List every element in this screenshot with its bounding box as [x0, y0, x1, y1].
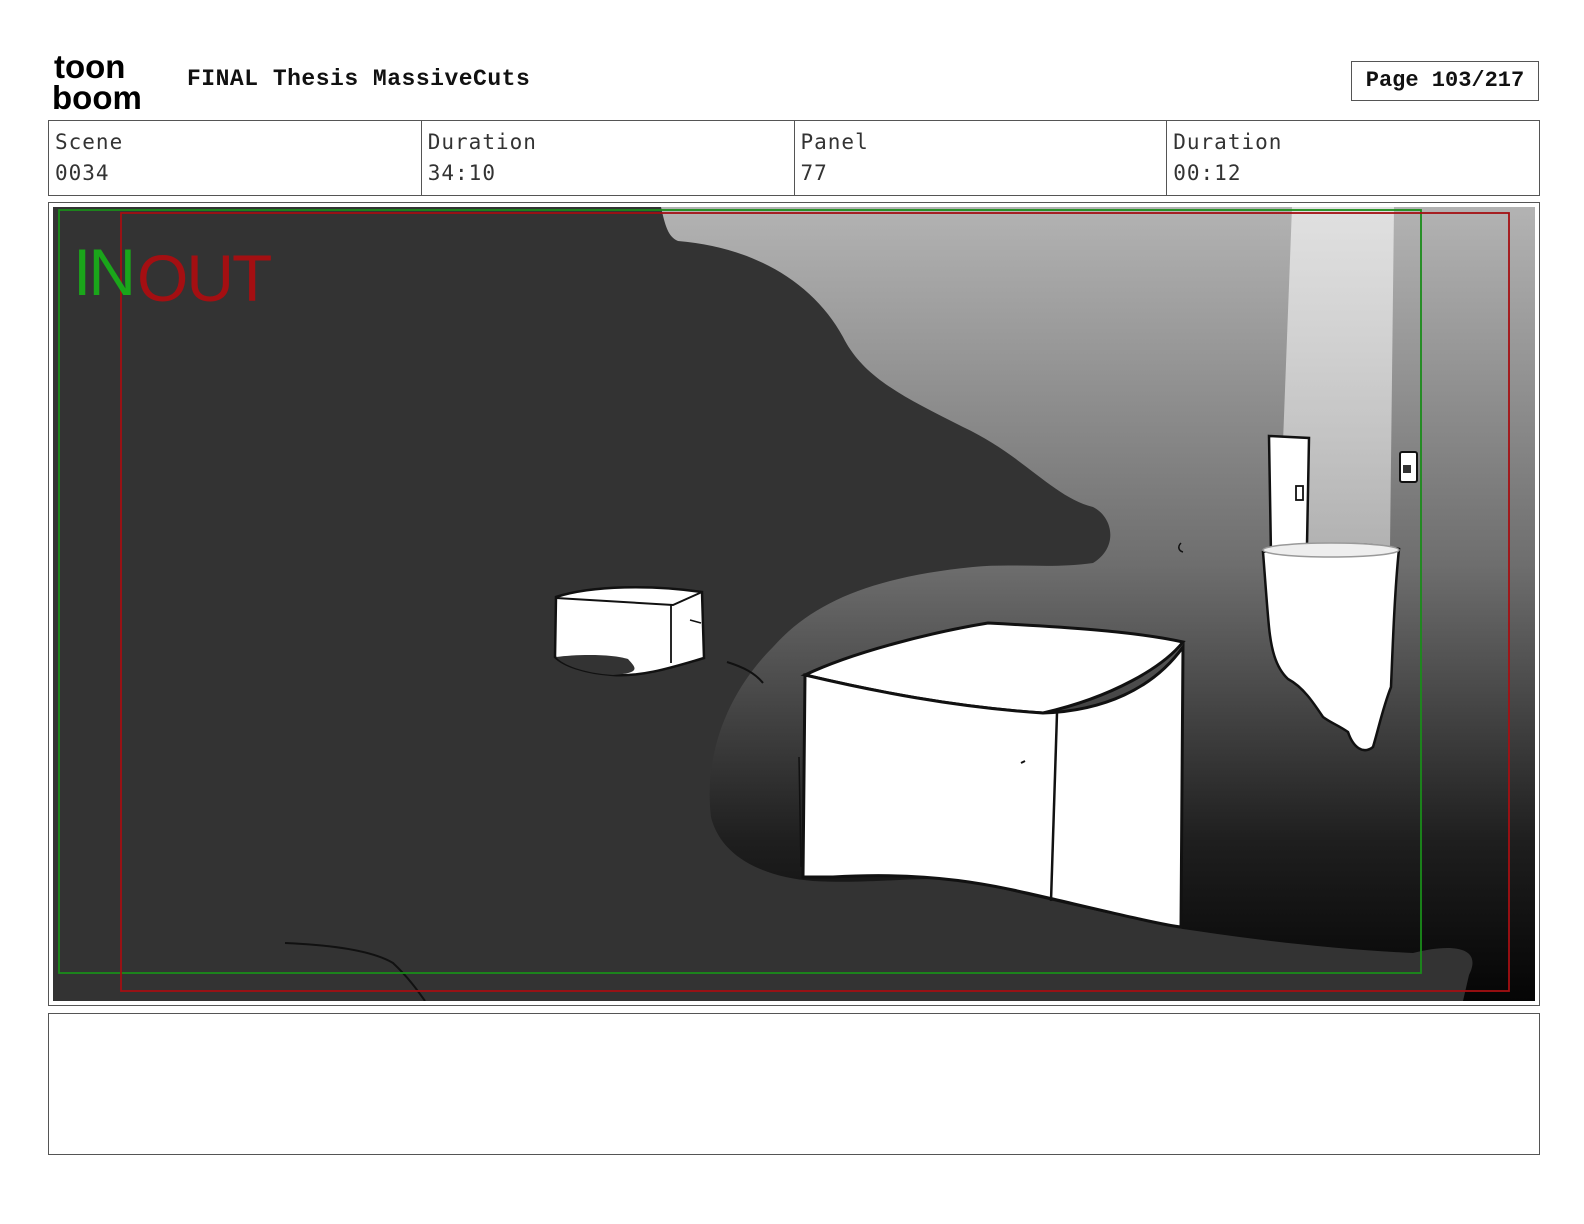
panel-duration-cell: Duration 00:12 [1167, 121, 1539, 195]
scene-duration-label: Duration [427, 130, 537, 154]
scene-info-table: Scene 0034 Duration 34:10 Panel 77 Durat… [48, 120, 1540, 196]
in-label: IN [73, 235, 133, 309]
toon-boom-logo: toon boom [52, 50, 142, 112]
panel-cell: Panel 77 [795, 121, 1168, 195]
light-pool-rim [1262, 542, 1400, 558]
panel-label: Panel [800, 130, 869, 154]
small-box [553, 586, 706, 677]
storyboard-panel-drawing: IN OUT [53, 207, 1535, 1001]
scene-cell: Scene 0034 [49, 121, 422, 195]
document-title: FINAL Thesis MassiveCuts [187, 66, 531, 92]
scene-value: 0034 [55, 161, 110, 185]
scene-duration-cell: Duration 34:10 [422, 121, 795, 195]
panel-value: 77 [800, 161, 828, 185]
scene-label: Scene [55, 130, 124, 154]
panel-duration-label: Duration [1173, 130, 1283, 154]
page-indicator: Page 103/217 [1351, 61, 1539, 101]
panel-notes-box[interactable] [48, 1013, 1540, 1155]
panel-duration-value: 00:12 [1173, 161, 1242, 185]
wall-switch [1399, 451, 1418, 483]
storyboard-panel-frame: IN OUT [48, 202, 1540, 1006]
out-label: OUT [137, 241, 271, 315]
door [1267, 434, 1311, 557]
logo-bottom-text: boom [52, 79, 142, 112]
scene-duration-value: 34:10 [427, 161, 496, 185]
